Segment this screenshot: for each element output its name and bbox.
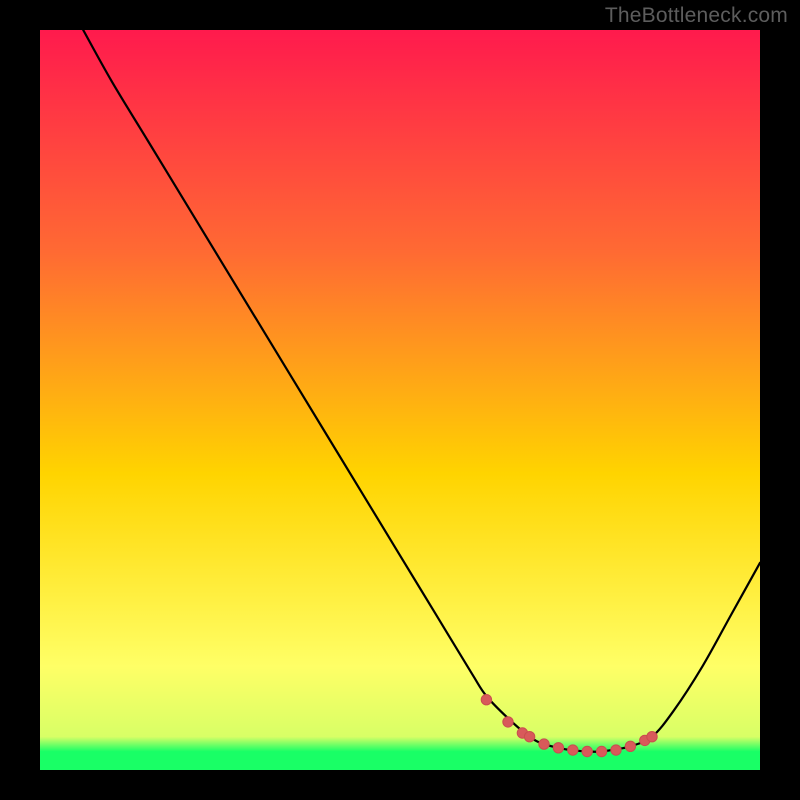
marker-dot	[553, 743, 563, 753]
marker-dot	[611, 745, 621, 755]
marker-dot	[568, 745, 578, 755]
marker-dot	[503, 717, 513, 727]
marker-dot	[596, 746, 606, 756]
chart-svg	[40, 30, 760, 770]
watermark-text: TheBottleneck.com	[605, 4, 788, 28]
plot-area	[40, 30, 760, 770]
marker-dot	[625, 741, 635, 751]
chart-frame: TheBottleneck.com	[0, 0, 800, 800]
marker-dot	[539, 739, 549, 749]
marker-dot	[524, 732, 534, 742]
marker-dot	[582, 746, 592, 756]
marker-dot	[647, 732, 657, 742]
marker-dot	[481, 695, 491, 705]
